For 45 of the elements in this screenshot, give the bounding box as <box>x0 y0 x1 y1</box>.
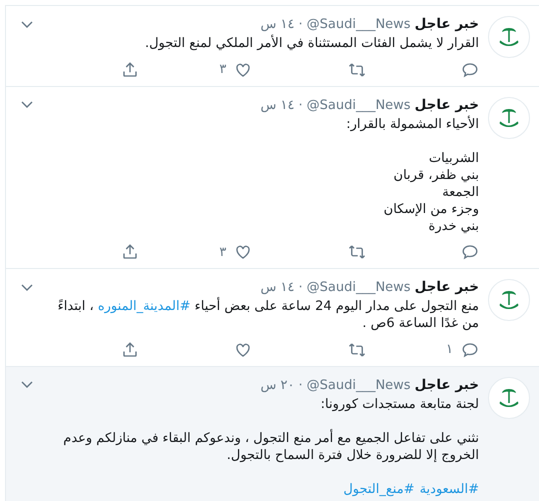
account-handle[interactable]: @Saudi___News <box>306 96 411 114</box>
heart-icon <box>234 60 252 79</box>
reply-button[interactable]: ١ <box>419 340 479 360</box>
hashtag-link[interactable]: #منع_التجول <box>343 482 415 496</box>
action-count: ٣ <box>219 244 226 262</box>
tweet-text: منع التجول على مدار اليوم 24 ساعة على بعض أحياء #المدينة_المنوره ، ابتداءً من غدًا الساعة 6ص . <box>56 298 479 332</box>
reply-icon <box>461 60 479 79</box>
account-name[interactable]: خبر عاجل <box>414 96 479 114</box>
account-name[interactable]: خبر عاجل <box>414 279 479 296</box>
heart-icon <box>234 340 252 359</box>
chevron-down-icon[interactable] <box>21 101 33 109</box>
tweet-time[interactable]: ٢٠ س <box>260 376 294 394</box>
hashtag-link[interactable]: #السعودية <box>420 482 479 496</box>
tweet-time[interactable]: ١٤ س <box>260 96 294 114</box>
reply-icon <box>461 340 479 359</box>
action-count: ١ <box>446 341 453 359</box>
action-count: ٣ <box>219 61 226 79</box>
retweet-icon <box>348 60 366 79</box>
account-name[interactable]: خبر عاجل <box>414 376 479 394</box>
heart-icon <box>234 243 252 262</box>
share-icon <box>121 340 140 359</box>
account-handle[interactable]: @Saudi___News <box>306 279 411 296</box>
account-handle[interactable]: @Saudi___News <box>306 376 411 394</box>
like-button[interactable]: ٣ <box>192 242 252 262</box>
chevron-down-icon[interactable] <box>21 284 33 292</box>
retweet-icon <box>348 340 366 359</box>
like-button[interactable]: ٣ <box>192 60 252 80</box>
chevron-down-icon[interactable] <box>21 20 33 28</box>
share-icon <box>121 243 140 262</box>
reply-icon <box>461 243 479 262</box>
tweet-text: القرار لا يشمل الفئات المستثناة في الأمر الملكي لمنع التجول. <box>144 35 479 52</box>
share-icon <box>121 60 140 79</box>
tweet-time[interactable]: ١٤ س <box>260 16 294 33</box>
separator-dot: · <box>298 376 303 394</box>
tweet-text: الأحياء المشمولة بالقرار: الشربيات بني ظفر، قربان الجمعة وجزء من الإسكان بني خدرة <box>345 116 479 234</box>
separator-dot: · <box>298 96 303 114</box>
hashtag-link[interactable]: #المدينة_المنوره <box>98 299 190 314</box>
tweet-text: لجنة متابعة مستجدات كورونا: نثني على تفاعل الجميع مع أمر منع التجول ، وندعوكم البقاء في منازلكم وعدم الخروج إلا للضرورة خلال فترة السماح بالتجول. #السعودية #منع_التجول <box>62 396 479 498</box>
separator-dot: · <box>298 279 303 296</box>
retweet-icon <box>348 243 366 262</box>
account-handle[interactable]: @Saudi___News <box>306 16 411 33</box>
tweet-time[interactable]: ١٤ س <box>260 279 294 296</box>
chevron-down-icon[interactable] <box>21 381 33 389</box>
separator-dot: · <box>298 16 303 33</box>
account-name[interactable]: خبر عاجل <box>414 16 479 33</box>
